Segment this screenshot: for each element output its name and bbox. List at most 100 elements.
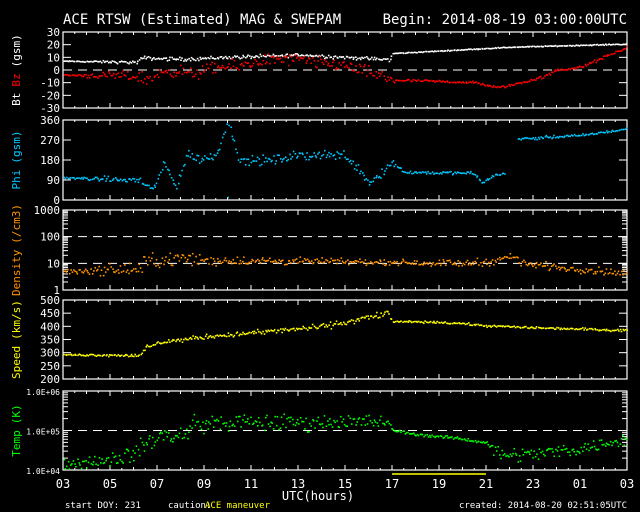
- data-point-temp: [490, 445, 493, 447]
- y-tick-label: 270: [40, 134, 60, 147]
- data-point-temp: [75, 465, 77, 468]
- data-point-density: [155, 265, 157, 267]
- data-point-temp: [451, 436, 453, 438]
- data-point-bt: [260, 55, 263, 58]
- data-point-bt: [278, 55, 280, 57]
- data-point-density: [114, 271, 116, 274]
- data-point-speed: [383, 313, 386, 316]
- data-point-bt: [311, 55, 314, 57]
- data-point-density: [556, 267, 558, 270]
- data-point-phi: [526, 137, 528, 139]
- data-point-density: [588, 269, 590, 271]
- data-point-bt: [484, 47, 487, 50]
- data-point-temp: [113, 456, 115, 459]
- data-point-bz: [178, 70, 181, 73]
- data-point-bz: [435, 80, 437, 82]
- data-point-bz: [542, 77, 545, 79]
- data-point-bt: [73, 60, 76, 63]
- data-point-phi: [299, 152, 302, 155]
- data-point-speed: [545, 327, 548, 330]
- data-point-bz: [287, 64, 290, 67]
- panel-frame: [62, 119, 628, 201]
- data-point-phi: [579, 134, 581, 137]
- data-point-speed: [615, 329, 617, 332]
- data-point-speed: [196, 336, 199, 339]
- y-tick-label: 360: [40, 114, 60, 127]
- data-point-temp: [85, 459, 87, 462]
- data-point-temp: [561, 449, 564, 451]
- data-point-bt: [548, 45, 550, 47]
- data-point-temp: [415, 434, 417, 437]
- data-point-density: [400, 261, 403, 263]
- data-point-bt: [122, 60, 124, 63]
- data-point-density: [247, 263, 249, 265]
- data-point-speed: [281, 331, 283, 334]
- data-point-phi: [470, 170, 472, 173]
- data-point-phi: [585, 133, 587, 136]
- data-point-bz: [535, 77, 538, 80]
- data-point-speed: [617, 328, 619, 331]
- data-point-bz: [615, 50, 617, 53]
- data-point-speed: [550, 327, 553, 329]
- data-point-temp: [518, 455, 521, 457]
- data-point-temp: [514, 452, 517, 455]
- data-point-bz: [123, 74, 126, 76]
- data-point-density: [86, 269, 89, 272]
- data-point-bt: [349, 56, 352, 59]
- data-point-bt: [330, 56, 332, 58]
- data-point-density: [119, 265, 122, 267]
- data-point-density: [143, 256, 146, 258]
- data-point-phi: [315, 156, 318, 159]
- y-axis-label: Speed(km/s): [10, 300, 23, 379]
- data-point-bz: [595, 61, 598, 64]
- data-point-density: [87, 271, 89, 274]
- data-point-temp: [435, 435, 437, 438]
- data-point-phi: [164, 162, 166, 164]
- data-point-density: [432, 261, 435, 264]
- data-point-temp: [87, 461, 90, 464]
- data-point-temp: [80, 467, 83, 470]
- data-point-temp: [538, 448, 541, 451]
- data-point-bz: [254, 58, 256, 61]
- data-point-phi: [352, 160, 354, 163]
- data-point-phi: [311, 155, 314, 158]
- data-point-bt: [585, 44, 588, 46]
- data-point-phi: [596, 133, 598, 135]
- data-point-phi: [74, 178, 76, 181]
- data-point-phi: [420, 172, 422, 174]
- data-point-bt: [506, 46, 509, 49]
- y-axis-label-part: (/cm3): [10, 204, 23, 244]
- data-point-speed: [461, 322, 464, 325]
- data-point-speed: [103, 354, 105, 356]
- data-point-bz: [69, 74, 72, 77]
- begin-time: Begin: 2014-08-19 03:00:00UTC: [383, 12, 627, 28]
- data-point-speed: [365, 315, 368, 318]
- data-point-density: [379, 260, 382, 263]
- data-point-temp: [267, 423, 270, 425]
- data-point-temp: [292, 423, 295, 426]
- data-point-density: [316, 258, 318, 261]
- y-tick-label: 400: [40, 320, 60, 333]
- data-point-speed: [344, 323, 346, 325]
- data-point-bz: [127, 71, 129, 73]
- data-point-bz: [63, 74, 66, 76]
- data-point-bz: [359, 65, 362, 68]
- data-point-speed: [412, 321, 415, 323]
- data-point-bz: [491, 86, 494, 89]
- data-point-bt: [123, 60, 126, 63]
- data-point-speed: [228, 335, 230, 337]
- data-point-phi: [326, 154, 329, 156]
- data-point-temp: [132, 449, 134, 452]
- data-point-density: [570, 267, 572, 269]
- data-point-density: [431, 263, 434, 266]
- data-point-phi: [83, 176, 85, 179]
- data-point-phi: [157, 177, 160, 180]
- data-point-speed: [308, 327, 311, 329]
- data-point-bt: [306, 54, 308, 56]
- data-point-bt: [166, 59, 169, 62]
- data-point-density: [91, 273, 94, 275]
- y-axis-label-part: (gsm): [10, 131, 23, 164]
- data-point-speed: [119, 355, 122, 357]
- data-point-temp: [294, 424, 297, 427]
- data-point-phi: [537, 136, 540, 139]
